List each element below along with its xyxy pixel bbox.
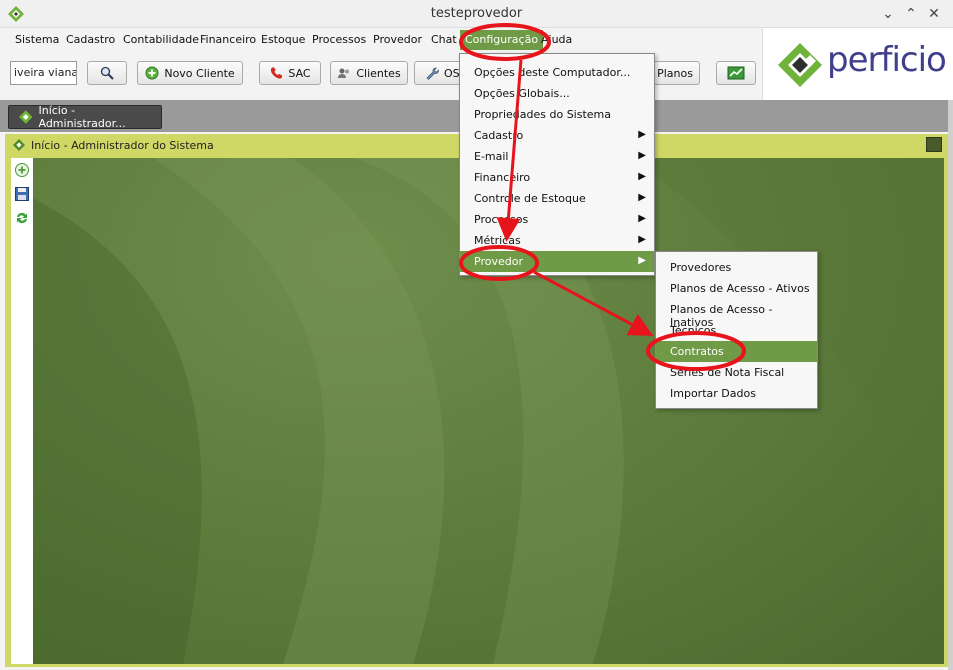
menu-item-opcoes-globais[interactable]: Opções Globais... xyxy=(460,83,654,104)
perficio-logo-text: perficio xyxy=(827,40,947,80)
chart-icon xyxy=(727,66,745,80)
planos-label: Planos xyxy=(657,66,693,80)
tab-inicio-label: Início - Administrador... xyxy=(38,104,126,130)
menu-processos[interactable]: Processos xyxy=(312,33,366,46)
inner-window-title: Início - Administrador do Sistema xyxy=(31,138,214,152)
add-icon[interactable] xyxy=(14,162,30,178)
submenu-arrow-icon: ▶ xyxy=(638,234,646,245)
submenu-arrow-icon: ▶ xyxy=(638,213,646,224)
sac-label: SAC xyxy=(288,66,311,80)
provedor-submenu: Provedores Planos de Acesso - Ativos Pla… xyxy=(655,251,818,409)
menu-item-label: Contratos xyxy=(670,345,724,358)
menu-configuracao[interactable]: Configuração xyxy=(460,30,544,50)
menu-item-label: Séries de Nota Fiscal xyxy=(670,366,785,379)
tab-inicio[interactable]: Início - Administrador... xyxy=(8,104,162,130)
menu-item-cadastro[interactable]: Cadastro ▶ xyxy=(460,125,654,146)
menu-item-contratos[interactable]: Contratos xyxy=(656,341,817,362)
menu-item-label: Opções Globais... xyxy=(474,87,570,100)
refresh-icon[interactable] xyxy=(14,210,30,226)
menu-item-label: Importar Dados xyxy=(670,387,756,400)
menu-item-metricas[interactable]: Métricas ▶ xyxy=(460,230,654,251)
menu-provedor[interactable]: Provedor xyxy=(373,33,422,46)
window-titlebar: testeprovedor ⌄ ⌃ ✕ xyxy=(0,0,953,28)
phone-icon xyxy=(271,67,283,79)
menu-sistema[interactable]: Sistema xyxy=(15,33,59,46)
menu-item-label: Cadastro xyxy=(474,129,524,142)
save-icon[interactable] xyxy=(14,186,30,202)
menu-item-label: Processos xyxy=(474,213,529,226)
search-input[interactable]: iveira viana xyxy=(10,61,77,85)
submenu-arrow-icon: ▶ xyxy=(638,129,646,140)
menu-item-email[interactable]: E-mail ▶ xyxy=(460,146,654,167)
menu-item-label: E-mail xyxy=(474,150,509,163)
menu-item-label: Métricas xyxy=(474,234,521,247)
menu-item-planos-inativos[interactable]: Planos de Acesso - Inativos xyxy=(656,299,817,329)
clientes-label: Clientes xyxy=(356,66,401,80)
menu-financeiro[interactable]: Financeiro xyxy=(200,33,256,46)
search-icon xyxy=(100,66,114,80)
menu-item-label: Controle de Estoque xyxy=(474,192,586,205)
right-scroll-edge[interactable] xyxy=(948,100,953,670)
maximize-button[interactable]: ⌃ xyxy=(901,4,921,24)
menu-item-label: Técnicos xyxy=(670,324,717,337)
clients-icon xyxy=(338,68,350,78)
menu-item-series-nota-fiscal[interactable]: Séries de Nota Fiscal xyxy=(656,362,817,383)
brand-logo-area: perficio xyxy=(762,28,953,100)
minimize-button[interactable]: ⌄ xyxy=(878,4,898,24)
add-icon xyxy=(145,66,159,80)
sac-button[interactable]: SAC xyxy=(259,61,321,85)
wrench-icon xyxy=(426,67,439,80)
menu-item-controle-estoque[interactable]: Controle de Estoque ▶ xyxy=(460,188,654,209)
menu-item-label: Provedor xyxy=(474,255,523,268)
menu-item-opcoes-computador[interactable]: Opções deste Computador... xyxy=(460,62,654,83)
menu-item-label: Provedores xyxy=(670,261,732,274)
menu-item-processos[interactable]: Processos ▶ xyxy=(460,209,654,230)
menubar: Sistema Cadastro Contabilidade Financeir… xyxy=(0,30,762,50)
window-title: testeprovedor xyxy=(430,6,523,21)
planos-button[interactable]: Planos xyxy=(650,61,700,85)
submenu-arrow-icon: ▶ xyxy=(638,150,646,161)
configuracao-dropdown: Opções deste Computador... Opções Globai… xyxy=(459,53,655,276)
submenu-arrow-icon: ▶ xyxy=(638,255,646,266)
menu-item-provedores[interactable]: Provedores xyxy=(656,257,817,278)
os-button[interactable]: OS xyxy=(414,61,464,85)
search-button[interactable] xyxy=(87,61,127,85)
menu-item-label: Propriedades do Sistema xyxy=(474,108,611,121)
menu-item-importar-dados[interactable]: Importar Dados xyxy=(656,383,817,404)
submenu-arrow-icon: ▶ xyxy=(638,192,646,203)
novo-cliente-button[interactable]: Novo Cliente xyxy=(137,61,243,85)
menu-item-label: Planos de Acesso - Ativos xyxy=(670,282,810,295)
menu-item-financeiro[interactable]: Financeiro ▶ xyxy=(460,167,654,188)
menu-item-label: Financeiro xyxy=(474,171,531,184)
perficio-app-icon xyxy=(13,139,25,151)
menu-ajuda[interactable]: Ajuda xyxy=(541,33,572,46)
menu-item-provedor[interactable]: Provedor ▶ xyxy=(460,251,654,272)
restore-icon[interactable] xyxy=(926,137,942,152)
os-label: OS xyxy=(444,66,460,80)
novo-cliente-label: Novo Cliente xyxy=(164,66,235,80)
menu-chat[interactable]: Chat xyxy=(431,33,457,46)
clientes-button[interactable]: Clientes xyxy=(330,61,408,85)
menu-item-propriedades[interactable]: Propriedades do Sistema xyxy=(460,104,654,125)
menu-contabilidade[interactable]: Contabilidade xyxy=(123,33,199,46)
close-button[interactable]: ✕ xyxy=(924,4,944,24)
menu-estoque[interactable]: Estoque xyxy=(261,33,305,46)
left-toolbar xyxy=(11,158,33,664)
submenu-arrow-icon: ▶ xyxy=(638,171,646,182)
menu-item-planos-ativos[interactable]: Planos de Acesso - Ativos xyxy=(656,278,817,299)
menu-item-label: Opções deste Computador... xyxy=(474,66,631,79)
menu-cadastro[interactable]: Cadastro xyxy=(66,33,115,46)
perficio-app-icon xyxy=(19,110,33,124)
menu-item-tecnicos[interactable]: Técnicos xyxy=(656,320,817,341)
chart-button[interactable] xyxy=(716,61,756,85)
perficio-logo-icon xyxy=(778,43,822,87)
